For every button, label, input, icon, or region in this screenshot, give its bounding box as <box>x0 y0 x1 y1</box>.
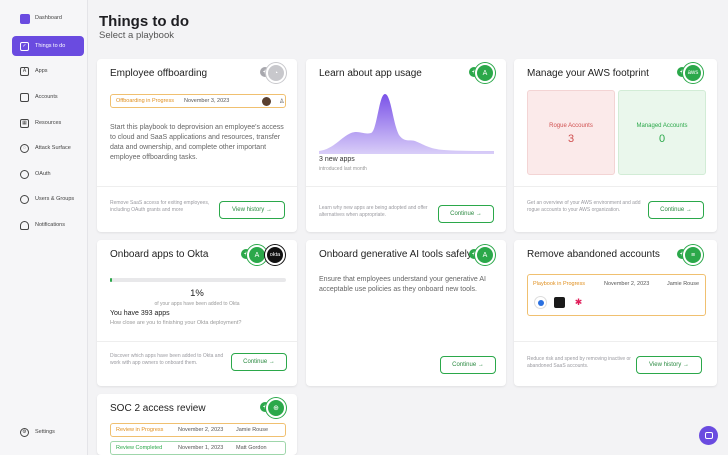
review-row[interactable]: Review Completed November 1, 2023 Matt G… <box>110 441 286 455</box>
card-footer: Get an overview of your AWS environment … <box>514 186 717 232</box>
card-employee-offboarding[interactable]: Employee offboarding + ◔ Offboarding in … <box>97 59 297 232</box>
card-description: Start this playbook to deprovision an em… <box>110 124 284 161</box>
card-title: Onboard generative AI tools safely <box>319 249 472 260</box>
footer-description: Discover which apps have been added to O… <box>110 353 224 366</box>
review-owner: Matt Gordon <box>236 445 267 451</box>
avatar <box>262 96 271 106</box>
sidebar-item-dashboard[interactable]: Dashboard <box>35 15 62 21</box>
card-footer: Discover which apps have been added to O… <box>97 341 297 386</box>
page-title: Things to do <box>99 13 189 30</box>
user-remove-icon: ◔ <box>266 63 286 83</box>
sidebar-item-attack-surface[interactable]: ◌ Attack Surface <box>12 138 84 158</box>
card-title: SOC 2 access review <box>110 403 206 414</box>
status-row[interactable]: Offboarding in Progress November 3, 2023… <box>110 94 286 108</box>
sidebar-item-accounts[interactable]: Accounts <box>12 87 84 107</box>
aws-icon: aws <box>683 63 703 83</box>
review-status: Review Completed <box>116 445 163 451</box>
card-title: Remove abandoned accounts <box>527 249 660 260</box>
sidebar-item-users-groups[interactable]: Users & Groups <box>12 189 84 209</box>
card-footer: Remove SaaS access for exiting employees… <box>97 186 297 232</box>
continue-button[interactable]: Continue → <box>648 201 704 219</box>
sidebar-item-notifications[interactable]: Notifications <box>12 215 84 235</box>
footer-description: Learn why new apps are being adopted and… <box>319 205 428 218</box>
review-owner: Jamie Rouse <box>236 427 269 433</box>
sidebar-item-apps[interactable]: A Apps <box>12 61 84 81</box>
okta-percent-sub: of your apps have been added to Okta <box>154 301 240 307</box>
continue-button[interactable]: Continue → <box>440 356 496 374</box>
continue-button[interactable]: Continue → <box>438 205 494 223</box>
okta-apps-sub: How close are you to finishing your Okta… <box>110 320 242 326</box>
card-title: Onboard apps to Okta <box>110 249 209 260</box>
oauth-icon <box>20 169 29 179</box>
review-date: November 2, 2023 <box>178 427 224 433</box>
card-footer: Learn why new apps are being adopted and… <box>306 186 506 232</box>
accounts-icon <box>20 92 29 102</box>
apps-icon: A <box>20 66 29 76</box>
usage-stat: 3 new apps <box>319 156 355 163</box>
review-row[interactable]: Review in Progress November 2, 2023 Jami… <box>110 423 286 437</box>
card-footer: Continue → <box>306 341 506 386</box>
continue-button[interactable]: Continue → <box>231 353 287 371</box>
status-owner: Jamie Rouse <box>667 281 700 287</box>
card-aws-footprint[interactable]: Manage your AWS footprint + aws Rogue Ac… <box>514 59 717 232</box>
rogue-accounts-tile[interactable]: Rogue Accounts 3 <box>527 90 615 175</box>
card-title: Employee offboarding <box>110 68 208 79</box>
database-icon: ≡ <box>683 245 703 265</box>
attack-surface-icon: ◌ <box>20 143 29 153</box>
status-date: November 2, 2023 <box>604 281 650 287</box>
status-box[interactable]: Playbook in Progress November 2, 2023 Ja… <box>527 274 706 316</box>
card-app-usage[interactable]: Learn about app usage + A 3 new apps int… <box>306 59 506 232</box>
card-footer: Reduce risk and spend by removing inacti… <box>514 341 717 386</box>
footer-description: Remove SaaS access for exiting employees… <box>110 200 210 213</box>
card-title: Manage your AWS footprint <box>527 68 649 79</box>
figma-icon <box>554 297 565 308</box>
chat-icon <box>704 432 713 439</box>
okta-progress-bar <box>110 278 286 282</box>
card-soc2-review[interactable]: SOC 2 access review + ⊕ Review in Progre… <box>97 394 297 455</box>
card-okta[interactable]: Onboard apps to Okta + A okta 1% of your… <box>97 240 297 386</box>
page-subtitle: Select a playbook <box>99 30 174 41</box>
okta-apps: You have 393 apps <box>110 310 170 317</box>
footer-description: Reduce risk and spend by removing inacti… <box>527 356 631 369</box>
managed-accounts-tile[interactable]: Managed Accounts 0 <box>618 90 706 175</box>
gear-icon: ⚙ <box>20 427 29 437</box>
resources-icon: ▦ <box>20 118 29 128</box>
sidebar-item-resources[interactable]: ▦ Resources <box>12 113 84 133</box>
status-label: Offboarding in Progress <box>116 98 174 104</box>
bell-icon <box>20 220 29 230</box>
slack-icon: ✱ <box>574 297 583 307</box>
card-description: Ensure that employees understand your ge… <box>319 276 486 293</box>
card-abandoned-accounts[interactable]: Remove abandoned accounts + ≡ Playbook i… <box>514 240 717 386</box>
okta-progress-fill <box>110 278 112 282</box>
brand-logo-icon[interactable] <box>20 14 30 24</box>
users-icon <box>20 194 29 204</box>
user-icon: ♙ <box>279 98 285 105</box>
usage-area-chart <box>319 94 494 154</box>
card-generative-ai[interactable]: Onboard generative AI tools safely + A E… <box>306 240 506 386</box>
review-date: November 1, 2023 <box>178 445 224 451</box>
sidebar-item-oauth[interactable]: OAuth <box>12 164 84 184</box>
okta-percent: 1% <box>190 288 204 299</box>
chat-button[interactable] <box>699 426 718 445</box>
apps-icon: A <box>475 245 495 265</box>
view-history-button[interactable]: View history → <box>219 201 285 219</box>
okta-icon: okta <box>265 245 285 265</box>
app-logo-icon <box>535 297 546 308</box>
review-status: Review in Progress <box>116 427 164 433</box>
globe-icon: ⊕ <box>266 398 286 418</box>
sidebar-item-settings[interactable]: ⚙ Settings <box>12 422 84 442</box>
apps-icon: A <box>475 63 495 83</box>
check-square-icon: ✓ <box>20 41 29 51</box>
footer-description: Get an overview of your AWS environment … <box>527 200 641 213</box>
view-history-button[interactable]: View history → <box>636 356 702 374</box>
status-date: November 3, 2023 <box>184 98 230 104</box>
usage-sub: introduced last month <box>319 166 367 172</box>
status-label: Playbook in Progress <box>533 281 585 287</box>
sidebar-item-things-to-do[interactable]: ✓ Things to do <box>12 36 84 56</box>
apps-icon: A <box>247 245 267 265</box>
card-title: Learn about app usage <box>319 68 422 79</box>
sidebar: Dashboard ✓ Things to do A Apps Accounts ▦… <box>0 0 88 455</box>
